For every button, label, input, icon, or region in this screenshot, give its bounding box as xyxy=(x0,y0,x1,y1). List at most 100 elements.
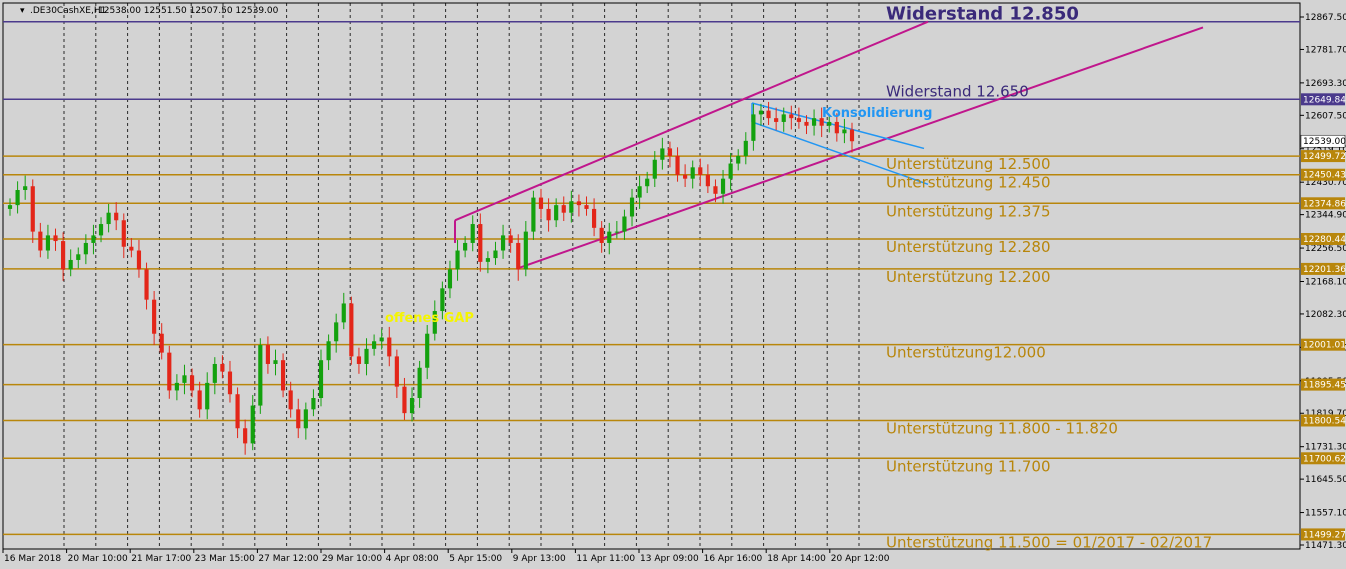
candle-body xyxy=(273,360,278,364)
candle-body xyxy=(341,303,346,323)
price-tick-label: 12781.70 xyxy=(1305,45,1346,55)
price-tick-label: 11471.30 xyxy=(1305,541,1346,551)
candle-body xyxy=(470,224,475,243)
level-label: Widerstand 12.650 xyxy=(886,82,1029,100)
candle-body xyxy=(766,110,771,119)
gap-label: offenes GAP xyxy=(385,311,474,326)
candle-body xyxy=(205,382,210,410)
level-label: Unterstützung 11.700 xyxy=(886,457,1051,475)
candle-body xyxy=(736,155,741,164)
candle-body xyxy=(326,341,331,361)
ohlc-label: 12538.00 12551.50 12507.50 12539.00 xyxy=(98,6,279,16)
level-tag-label: 12649.84 xyxy=(1303,95,1346,105)
candle-body xyxy=(182,375,187,383)
time-tick-label: 27 Mar 12:00 xyxy=(258,554,318,564)
candle-body xyxy=(500,235,506,251)
candle-body xyxy=(372,341,377,349)
candle-body xyxy=(114,212,119,221)
time-tick-label: 11 Apr 11:00 xyxy=(576,554,635,564)
candle-body xyxy=(83,242,88,255)
time-tick-label: 13 Apr 09:00 xyxy=(640,554,699,564)
candle-body xyxy=(136,250,142,270)
candle-body xyxy=(409,398,415,414)
candle-body xyxy=(311,398,316,410)
candle-body xyxy=(144,269,149,300)
candle-body xyxy=(7,205,13,209)
candle-body xyxy=(349,303,354,357)
candle-body xyxy=(250,405,255,444)
time-tick-label: 20 Apr 12:00 xyxy=(831,554,890,564)
candle-body xyxy=(728,163,733,179)
candle-body xyxy=(675,155,680,175)
candle-body xyxy=(364,348,369,364)
time-tick-label: 5 Apr 15:00 xyxy=(449,554,502,564)
candle-body xyxy=(447,269,453,289)
level-tag-label: 11499.27 xyxy=(1303,530,1346,540)
candle-body xyxy=(152,299,157,334)
price-tick-label: 12344.90 xyxy=(1305,211,1346,221)
candle-body xyxy=(197,390,202,410)
candle-body xyxy=(523,231,528,270)
candle-body xyxy=(68,259,73,270)
time-tick-label: 21 Mar 17:00 xyxy=(131,554,191,564)
price-chart[interactable]: Widerstand 12.850 Widerstand 12.650 Unters… xyxy=(0,0,1346,569)
candle-body xyxy=(334,322,339,342)
candle-body xyxy=(280,360,286,391)
level-label: Unterstützung 12.500 xyxy=(886,155,1051,173)
candle-body xyxy=(493,250,498,259)
price-tick-label: 11645.50 xyxy=(1305,475,1346,485)
level-label: Unterstützung 11.500 = 01/2017 - 02/2017 xyxy=(886,533,1212,551)
price-tick-label: 12168.10 xyxy=(1305,277,1346,287)
candle-body xyxy=(811,118,817,126)
candle-body xyxy=(599,227,604,243)
candle-body xyxy=(607,231,612,243)
candle-body xyxy=(23,186,28,191)
candle-body xyxy=(652,159,657,179)
level-tag-label: 12499.72 xyxy=(1303,152,1346,162)
candle-body xyxy=(576,201,582,206)
candle-body xyxy=(743,140,748,156)
candle-body xyxy=(174,382,179,391)
candle-body xyxy=(485,258,490,262)
candle-body xyxy=(705,174,710,187)
level-label: Widerstand 12.850 xyxy=(886,4,1079,25)
candle-body xyxy=(660,148,665,160)
candle-body xyxy=(554,205,559,221)
candle-body xyxy=(516,242,521,270)
price-tick-label: 12693.30 xyxy=(1305,79,1346,89)
candle-body xyxy=(220,363,225,372)
level-label: Unterstützung 12.450 xyxy=(886,174,1051,192)
candle-body xyxy=(622,216,627,232)
candle-body xyxy=(387,337,392,357)
candle-body xyxy=(243,428,248,444)
current-price-label: 12539.00 xyxy=(1303,137,1346,147)
level-tag-label: 11895.45 xyxy=(1303,381,1346,391)
candle-body xyxy=(713,186,718,194)
candle-body xyxy=(561,205,566,213)
candle-body xyxy=(842,129,847,134)
candle-body xyxy=(258,345,263,406)
candle-body xyxy=(38,231,43,251)
candle-body xyxy=(698,167,703,175)
candle-body xyxy=(106,212,111,225)
candle-body xyxy=(227,371,233,395)
candle-body xyxy=(394,356,399,387)
candle-body xyxy=(91,235,96,243)
candle-body xyxy=(318,360,324,399)
candle-body xyxy=(288,390,293,410)
price-tick-label: 12082.30 xyxy=(1305,310,1346,320)
price-tick-label: 12607.50 xyxy=(1305,111,1346,121)
candle-body xyxy=(614,231,619,233)
time-tick-label: 4 Apr 08:00 xyxy=(386,554,439,564)
chart-canvas[interactable]: Widerstand 12.850 Widerstand 12.650 Unters… xyxy=(0,0,1346,569)
candle-body xyxy=(76,254,81,260)
candle-body xyxy=(463,242,468,251)
consolidation-label: Konsolidierung xyxy=(822,106,932,121)
level-label: Unterstützung 11.800 - 11.820 xyxy=(886,419,1118,437)
candle-body xyxy=(629,197,635,217)
candle-body xyxy=(53,235,58,242)
candle-body xyxy=(720,178,726,194)
candle-body xyxy=(827,121,832,126)
candle-body xyxy=(61,241,66,270)
header-arrow-icon[interactable]: ▾ xyxy=(20,6,25,16)
